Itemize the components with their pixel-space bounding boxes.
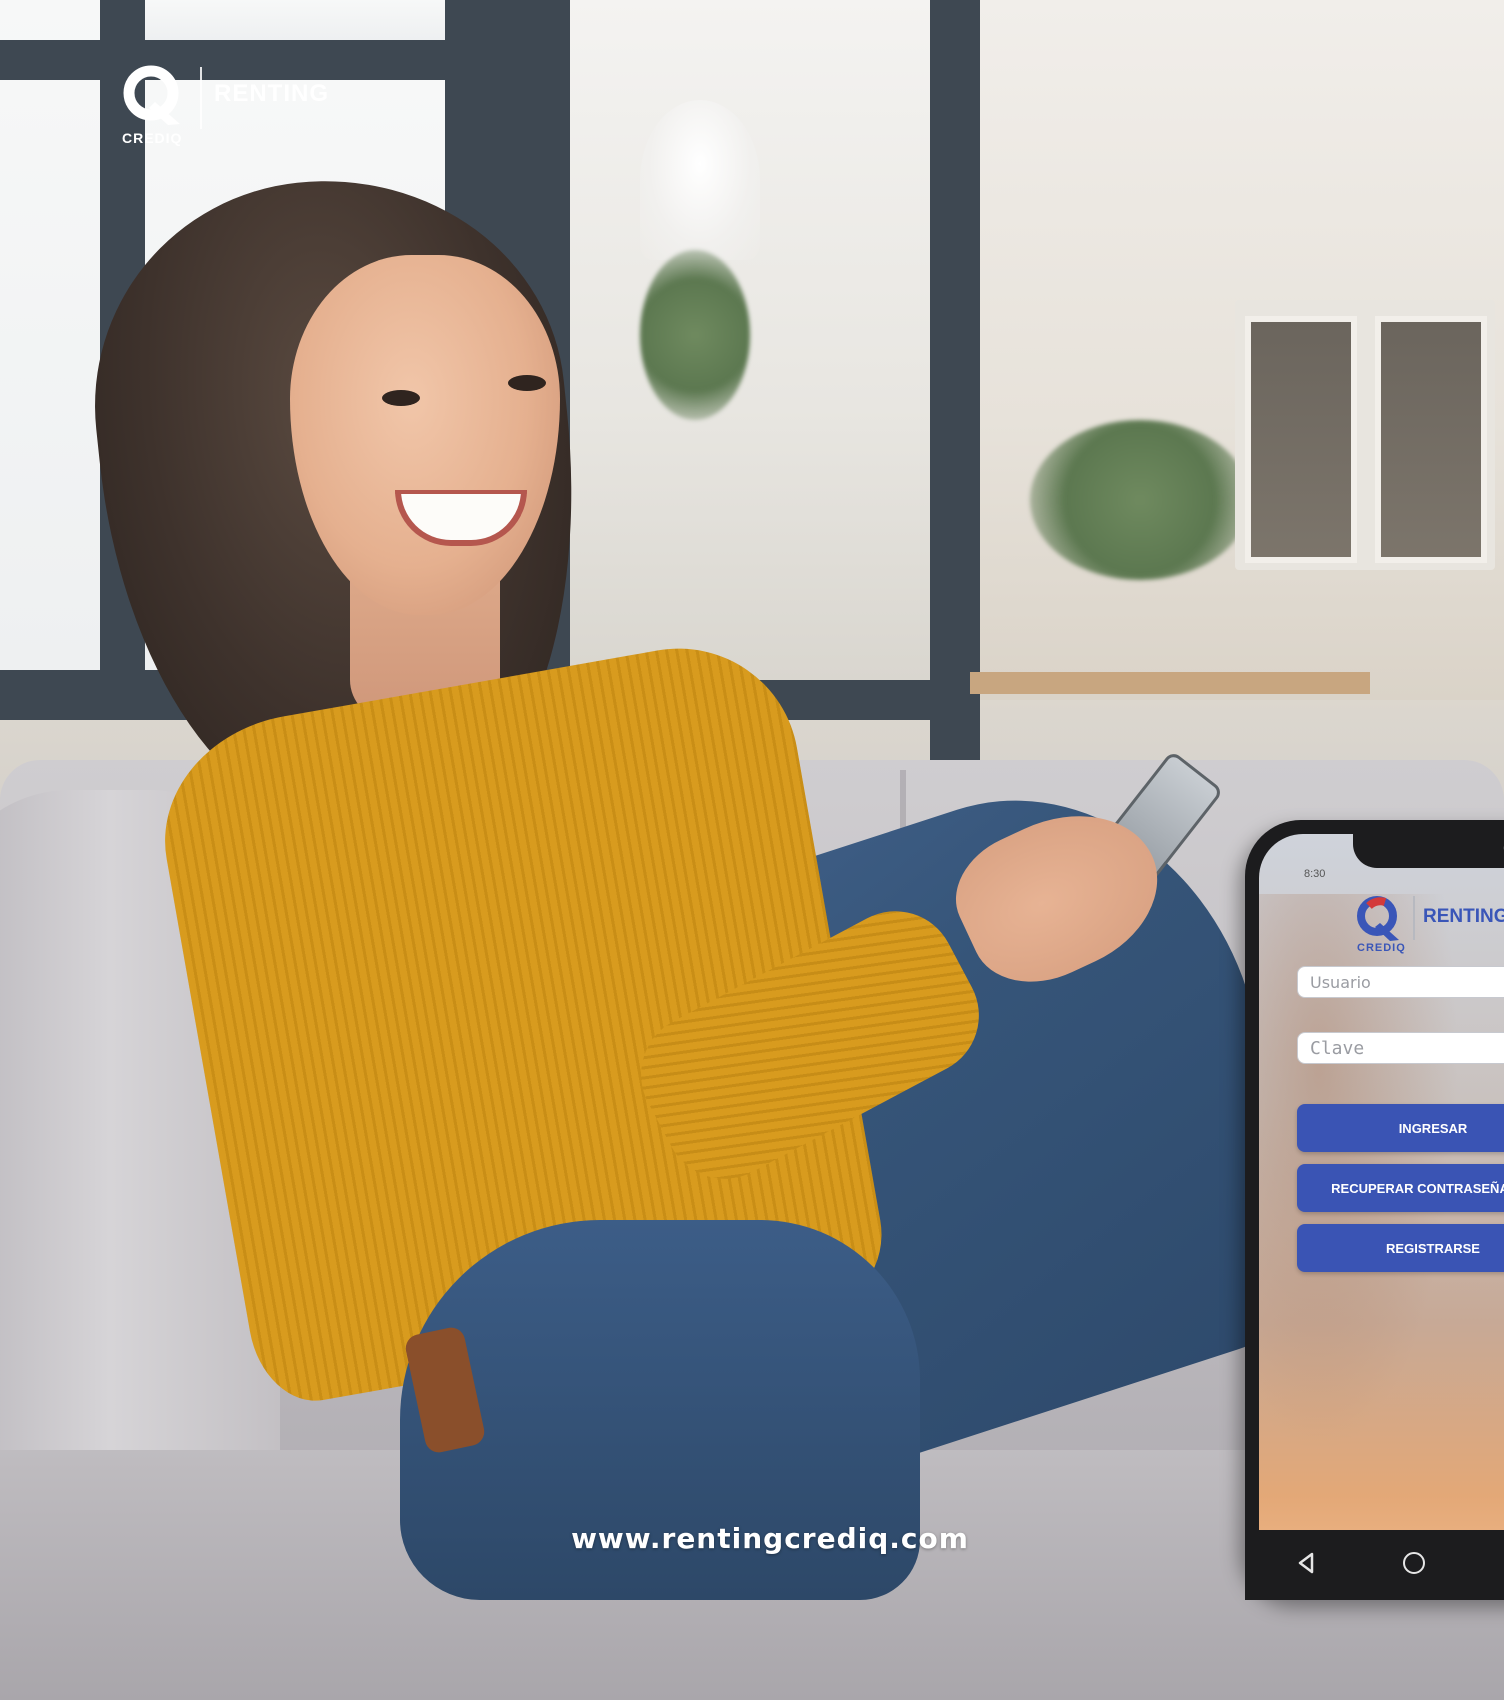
brand-crediq-text: CREDIQ (122, 130, 183, 146)
glass-door (570, 0, 930, 680)
phone-notch (1353, 834, 1504, 868)
cabinet-door (1375, 316, 1487, 563)
woman-eye (508, 375, 546, 391)
brand-renting-text: RENTING (214, 80, 329, 107)
recover-password-button-label: RECUPERAR CONTRASEÑA (1331, 1180, 1504, 1196)
window-pane (0, 0, 100, 670)
lamp (640, 100, 760, 260)
plant (1030, 420, 1250, 580)
brand-divider (200, 67, 202, 129)
register-button-label: REGISTRARSE (1386, 1240, 1480, 1256)
username-input[interactable] (1297, 966, 1504, 998)
recover-password-button[interactable]: RECUPERAR CONTRASEÑA (1297, 1164, 1504, 1212)
register-button[interactable]: REGISTRARSE (1297, 1224, 1504, 1272)
app-logo-divider (1413, 896, 1415, 940)
plant (640, 250, 750, 420)
crediq-q-icon (123, 65, 180, 125)
app-crediq-text: CREDIQ (1357, 942, 1406, 954)
login-button-label: INGRESAR (1398, 1120, 1468, 1136)
woman-eye (382, 390, 420, 406)
window-pane (145, 0, 445, 40)
login-button[interactable]: INGRESAR (1297, 1104, 1504, 1152)
triangle-back-icon[interactable] (1293, 1550, 1319, 1576)
brand-logo: RENTING CREDIQ (122, 64, 332, 148)
door-frame (930, 0, 980, 760)
app-renting-text: RENTING (1423, 906, 1504, 927)
app-logo: RENTING CREDIQ (1355, 894, 1504, 958)
password-input[interactable] (1297, 1032, 1504, 1064)
promo-scene: RENTING CREDIQ www.rentingcrediq.com 8:3… (0, 0, 1504, 1700)
circle-home-icon[interactable] (1403, 1552, 1425, 1574)
phone-screen: 8:30 RENTING CREDIQ INGRESAR RECUPERAR C… (1259, 834, 1504, 1586)
shelf (970, 672, 1370, 694)
phone-nav-bar (1245, 1530, 1504, 1600)
cabinet (1235, 300, 1495, 570)
crediq-q-icon (1357, 896, 1399, 941)
phone-mockup: 8:30 RENTING CREDIQ INGRESAR RECUPERAR C… (1245, 820, 1504, 1600)
status-time: 8:30 (1304, 868, 1326, 880)
website-url: www.rentingcrediq.com (571, 1522, 969, 1555)
cabinet-door (1245, 316, 1357, 563)
